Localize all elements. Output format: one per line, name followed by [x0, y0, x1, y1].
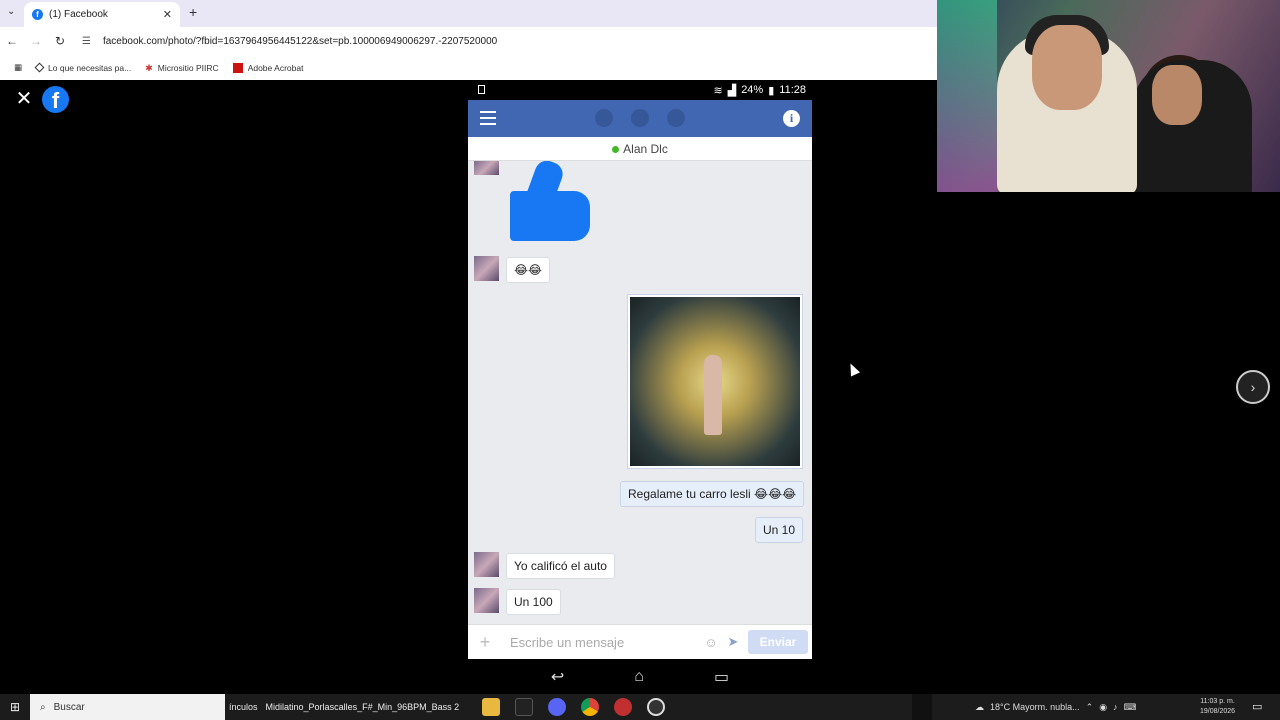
avatar [474, 552, 499, 577]
message-bubble-in: Yo calificó el auto [506, 553, 615, 579]
like-thumb-icon [510, 161, 590, 241]
tab-facebook[interactable]: f (1) Facebook ✕ [24, 2, 180, 27]
volume-icon[interactable]: ♪ [1113, 702, 1118, 712]
chat-thread[interactable]: 😂😂 Regalame tu carro lesli 😂😂😂 Un 10 Yo … [468, 161, 812, 624]
car-photo-image [630, 297, 800, 466]
forward-arrow-icon[interactable]: → [24, 34, 48, 48]
app-red-icon[interactable] [614, 698, 632, 716]
recent-apps-icon[interactable]: ▭ [714, 667, 729, 687]
bookmark-label: Lo que necesitas pa... [48, 62, 132, 73]
site-settings-icon[interactable]: ☰ [82, 36, 91, 47]
address-bar[interactable]: facebook.com/photo/?fbid=163796495644512… [103, 36, 497, 47]
message-bubble-in: Un 100 [506, 589, 561, 615]
keyboard-icon[interactable]: ⌨ [1124, 702, 1137, 713]
open-file-label[interactable]: Midilatino_Porlascalles_F#_Min_96BPM_Bas… [266, 702, 460, 712]
search-icon: ⌕ [40, 701, 46, 713]
phone-screenshot: ≋ ▟ 24% ▮ 11:28 i Alan Dlc 😂😂 Regalame t… [468, 80, 812, 694]
taskbar-clock[interactable]: 11:03 p. m. 19/08/2026 [1200, 697, 1235, 717]
windows-start-icon[interactable]: ⊞ [0, 700, 30, 714]
facebook-logo-icon[interactable]: f [42, 86, 69, 113]
file-explorer-icon[interactable] [482, 698, 500, 716]
tab-strip: ⌄ f (1) Facebook ✕ + [0, 0, 937, 27]
clock-time: 11:03 p. m. [1200, 698, 1235, 705]
info-icon[interactable]: i [783, 110, 800, 127]
live-icon[interactable] [515, 698, 533, 716]
bookmarks-bar: ▦ Lo que necesitas pa... ✱ Micrositio PII… [0, 55, 937, 80]
taskbar-search[interactable]: ⌕ Buscar [30, 694, 225, 720]
address-toolbar: ← → ↻ ☰ facebook.com/photo/?fbid=1637964… [0, 27, 937, 55]
globe-icon[interactable] [667, 109, 685, 127]
location-arrow-icon[interactable]: ➤ [722, 634, 744, 650]
back-icon[interactable]: ↩ [551, 667, 564, 687]
windows-taskbar: ⊞ ⌕ Buscar ínculos Midilatino_Porlascall… [0, 694, 1280, 720]
add-attachment-icon[interactable]: + [468, 632, 502, 653]
pdf-icon [232, 62, 243, 73]
apps-grid-icon[interactable]: ▦ [14, 62, 22, 73]
next-photo-button[interactable]: › [1236, 370, 1270, 404]
taskbar-cut-label: ínculos [229, 702, 258, 712]
tab-search-chevron-icon[interactable]: ⌄ [7, 6, 15, 17]
tab-close-icon[interactable]: ✕ [163, 8, 172, 21]
close-viewer-button[interactable]: ✕ [12, 87, 36, 111]
clock-date: 19/08/2026 [1200, 708, 1236, 715]
reload-icon[interactable]: ↻ [48, 34, 72, 48]
tab-title: (1) Facebook [49, 9, 108, 20]
message-bubble-out: Un 10 [755, 517, 804, 543]
wifi-icon: ≋ [713, 84, 723, 97]
message-bubble-out: Regalame tu carro lesli 😂😂😂 [620, 481, 805, 507]
bookmark-label: Adobe Acrobat [247, 62, 304, 73]
star-icon: ✱ [145, 62, 153, 73]
search-label: Buscar [53, 701, 85, 713]
signal-icon: ▟ [727, 84, 737, 97]
emoji-icon[interactable]: ☺ [700, 635, 722, 650]
notification-icon [478, 85, 485, 94]
network-icon[interactable]: ◉ [1099, 702, 1107, 713]
new-tab-plus-icon[interactable]: + [189, 4, 197, 20]
browser-chrome: ⌄ f (1) Facebook ✕ + ← → ↻ ☰ facebook.co… [0, 0, 937, 80]
android-nav-bar: ↩ ⌂ ▭ [468, 659, 812, 694]
weather-label[interactable]: 18°C Mayorm. nubla... [990, 702, 1080, 712]
status-time: 11:28 [779, 84, 806, 96]
bookmark-micrositio[interactable]: ✱ Micrositio PIIRC [145, 63, 218, 73]
messages-icon[interactable] [631, 109, 649, 127]
avatar [474, 256, 499, 281]
bookmark-label: Micrositio PIIRC [157, 62, 219, 73]
mouse-cursor-icon [845, 361, 861, 377]
notifications-icon[interactable]: ▭ [1252, 700, 1262, 713]
bookmark-adobe-acrobat[interactable]: Adobe Acrobat [232, 62, 304, 73]
bookmark-lo-que-necesitas[interactable]: Lo que necesitas pa... [34, 62, 132, 73]
online-dot-icon [612, 146, 620, 153]
app-obs-icon[interactable] [647, 698, 665, 716]
battery-icon: ▮ [768, 84, 775, 97]
avatar [474, 588, 499, 613]
menu-hamburger-icon[interactable] [480, 111, 496, 125]
weather-icon[interactable]: ☁ [975, 702, 984, 713]
avatar [474, 161, 499, 175]
message-input[interactable]: Escribe un mensaje [502, 635, 700, 650]
chevron-up-icon[interactable]: ⌃ [1086, 702, 1094, 713]
battery-percent: 24% [741, 84, 764, 96]
friends-icon[interactable] [595, 109, 613, 127]
home-icon[interactable]: ⌂ [634, 668, 644, 686]
discord-icon[interactable] [548, 698, 566, 716]
contact-name: Alan Dlc [623, 142, 668, 156]
facebook-app-bar: i [468, 100, 812, 137]
back-arrow-icon[interactable]: ← [0, 34, 24, 48]
diamond-icon [34, 62, 45, 73]
facebook-favicon-icon: f [32, 9, 43, 20]
shared-photo[interactable] [627, 294, 803, 469]
webcam-overlay [937, 0, 1280, 192]
system-tray: ☁ 18°C Mayorm. nubla... ⌃ ◉ ♪ ⌨ [975, 694, 1137, 720]
chat-header: Alan Dlc [468, 137, 812, 161]
message-composer: + Escribe un mensaje ☺ ➤ Enviar [468, 624, 812, 659]
send-button[interactable]: Enviar [748, 630, 808, 654]
chrome-icon[interactable] [581, 698, 599, 716]
status-bar: ≋ ▟ 24% ▮ 11:28 [468, 80, 812, 100]
message-bubble-in: 😂😂 [506, 257, 551, 283]
